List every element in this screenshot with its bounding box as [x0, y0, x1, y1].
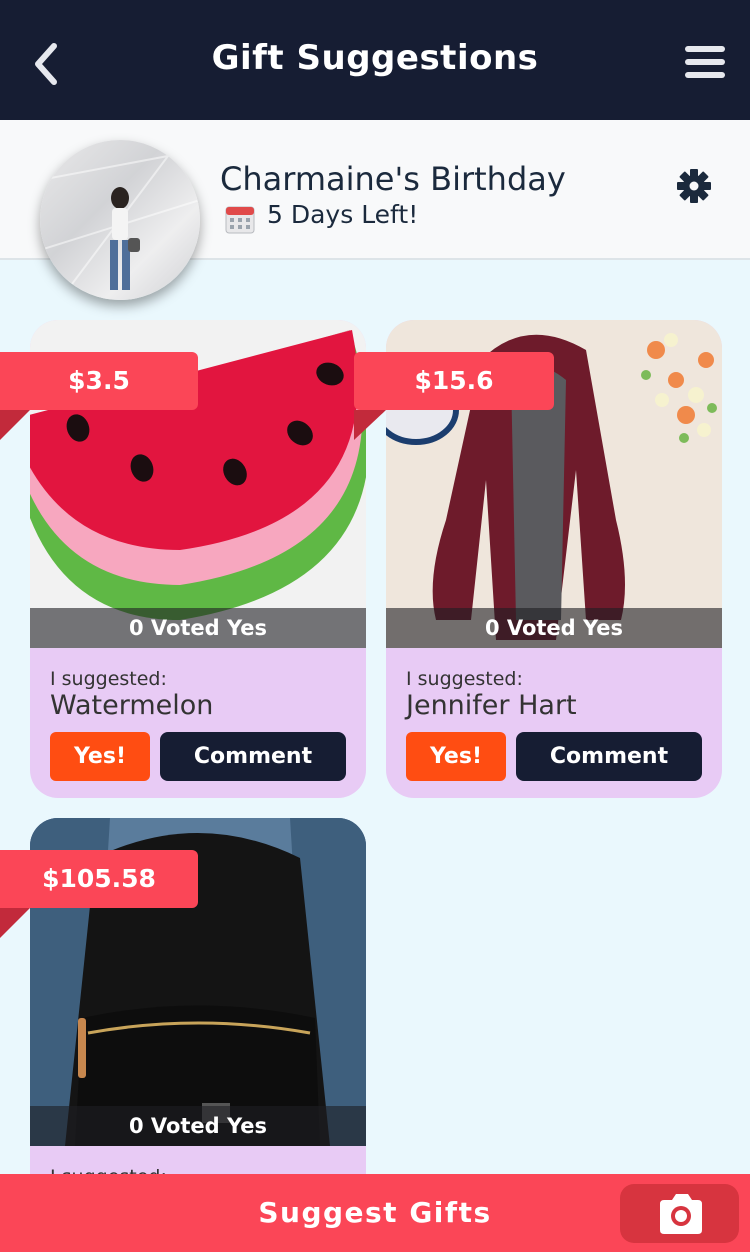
gift-name: Watermelon [50, 690, 214, 721]
days-left-text: 5 Days Left! [267, 200, 419, 229]
price-tag: $105.58 [0, 850, 198, 908]
camera-icon [660, 1194, 702, 1234]
top-navigation-bar: Gift Suggestions [0, 0, 750, 120]
calendar-icon [225, 206, 255, 234]
event-name: Charmaine's Birthday [220, 160, 566, 198]
yes-vote-button[interactable]: Yes! [406, 732, 506, 781]
price-ribbon-fold [0, 410, 30, 440]
bottom-action-bar: Suggest Gifts [0, 1174, 750, 1252]
price-tag: $15.6 [354, 352, 554, 410]
page-title: Gift Suggestions [211, 38, 539, 78]
price-tag: $3.5 [0, 352, 198, 410]
avatar[interactable] [40, 140, 200, 300]
vote-count: 0 Voted Yes [386, 608, 722, 648]
hamburger-menu-icon[interactable] [685, 46, 725, 82]
suggested-label: I suggested: [406, 668, 523, 690]
person-photo [40, 140, 200, 300]
suggested-label: I suggested: [50, 668, 167, 690]
vote-count: 0 Voted Yes [30, 608, 366, 648]
yes-vote-button[interactable]: Yes! [50, 732, 150, 781]
comment-button[interactable]: Comment [160, 732, 346, 781]
comment-button[interactable]: Comment [516, 732, 702, 781]
price-ribbon-fold [354, 410, 386, 440]
camera-button[interactable] [620, 1184, 739, 1243]
gift-name: Jennifer Hart [406, 690, 577, 721]
vote-count: 0 Voted Yes [30, 1106, 366, 1146]
price-ribbon-fold [0, 908, 30, 938]
gear-icon[interactable] [676, 168, 712, 204]
